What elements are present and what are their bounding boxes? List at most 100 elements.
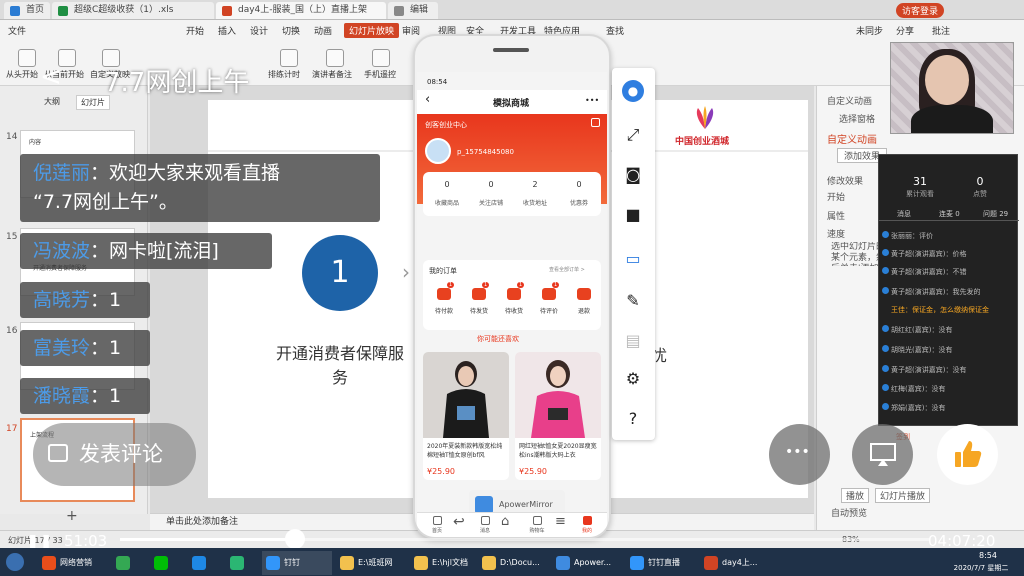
tab-edit[interactable]: 编辑 xyxy=(388,2,438,19)
cast-button[interactable] xyxy=(852,424,913,485)
menu-search[interactable]: 查找 xyxy=(606,24,624,37)
progress-knob[interactable] xyxy=(284,529,305,549)
more-icon[interactable]: ••• xyxy=(585,96,599,105)
record-icon[interactable]: ■ xyxy=(622,204,644,226)
phone-remote-button[interactable]: 手机遥控 xyxy=(364,69,396,80)
home-icon[interactable] xyxy=(433,516,442,525)
like-button[interactable] xyxy=(937,424,998,485)
center-label[interactable]: 创客创业中心 xyxy=(425,120,467,130)
message-icon[interactable] xyxy=(481,516,490,525)
presenter-webcam xyxy=(890,42,1014,134)
taskbar-item[interactable]: 网络营销 xyxy=(38,551,108,575)
nav-cart[interactable]: 购物车 xyxy=(525,527,549,534)
phone-back-icon[interactable]: ↩ xyxy=(453,514,465,530)
taskbar-item[interactable]: 钉钉 xyxy=(262,551,332,575)
notes-icon[interactable] xyxy=(326,49,344,67)
taskbar-item[interactable]: D:\Docu... xyxy=(478,551,546,575)
add-slide-button[interactable]: + xyxy=(66,508,78,524)
phone-menu-icon[interactable]: ≡ xyxy=(555,514,566,529)
pen-icon[interactable]: ✎ xyxy=(622,290,644,312)
profile-icon[interactable] xyxy=(583,516,592,525)
taskbar-item[interactable]: E:\hjl文档 xyxy=(410,551,474,575)
avatar-icon xyxy=(882,365,889,372)
all-orders-link[interactable]: 查看全部订单 > xyxy=(549,266,585,273)
taskbar-item[interactable] xyxy=(150,551,184,575)
select-pane-button[interactable]: 选择窗格 xyxy=(839,112,875,125)
chat-author: 富美玲 xyxy=(33,337,91,359)
menu-home[interactable]: 开始 xyxy=(186,24,204,37)
rehearse-button[interactable]: 排练计时 xyxy=(268,69,300,80)
taskbar-item[interactable]: day4上... xyxy=(700,551,766,575)
menu-file[interactable]: 文件 xyxy=(8,24,26,37)
badge: 1 xyxy=(552,282,560,288)
taskbar-item[interactable] xyxy=(226,551,260,575)
taskbar-item[interactable]: E:\班班网 xyxy=(336,551,406,575)
menu-slideshow[interactable]: 幻灯片放映 xyxy=(344,23,400,38)
speaker-notes-button[interactable]: 演讲者备注 xyxy=(312,69,352,80)
back-icon[interactable]: ‹ xyxy=(425,92,430,107)
nav-home[interactable]: 首页 xyxy=(425,527,449,534)
live-message: 胡晓光(嘉宾)：没有 xyxy=(882,345,952,355)
screenshot-icon[interactable]: ◙ xyxy=(622,164,644,186)
menu-design[interactable]: 设计 xyxy=(250,24,268,37)
from-start-button[interactable]: 从头开始 xyxy=(6,69,38,80)
cart-icon[interactable] xyxy=(533,516,542,525)
share-button[interactable]: 分享 xyxy=(896,24,914,37)
folder-icon xyxy=(482,556,496,570)
taskbar-item[interactable]: Apower... xyxy=(552,551,622,575)
more-options-button[interactable]: ••• xyxy=(769,424,830,485)
product-card[interactable]: 2020年夏装新款韩版宽松纯棉短袖T恤女原创bf风 ¥25.90 xyxy=(423,352,509,480)
fullscreen-icon[interactable]: ⤢ xyxy=(622,124,644,146)
live-message: 张丽丽：评价 xyxy=(882,231,933,241)
user-icon[interactable]: ● xyxy=(622,80,644,102)
screen-cast-icon[interactable]: ▭ xyxy=(622,248,644,270)
user-badge[interactable]: 访客登录 xyxy=(896,3,945,18)
stat-label[interactable]: 关注店铺 xyxy=(471,198,511,207)
tab-outline[interactable]: 大纲 xyxy=(44,96,60,107)
menu-animation[interactable]: 动画 xyxy=(314,24,332,37)
sync-status[interactable]: 未同步 xyxy=(856,24,883,37)
play-start-icon[interactable] xyxy=(18,49,36,67)
autopreview-checkbox[interactable]: 自动预览 xyxy=(831,506,867,519)
menu-review[interactable]: 审阅 xyxy=(402,24,420,37)
help-icon[interactable]: ? xyxy=(622,408,644,430)
stat-label[interactable]: 收藏商品 xyxy=(427,198,467,207)
review-icon[interactable] xyxy=(542,288,556,300)
receive-icon[interactable] xyxy=(507,288,521,300)
menu-transition[interactable]: 切换 xyxy=(282,24,300,37)
stat-label[interactable]: 优惠券 xyxy=(559,198,599,207)
tab-questions[interactable]: 问题 29 xyxy=(983,209,1008,219)
pay-icon[interactable] xyxy=(437,288,451,300)
chat-text: ：1 xyxy=(90,337,122,359)
avatar[interactable] xyxy=(425,138,451,164)
order-label: 待评价 xyxy=(539,308,558,315)
ship-icon[interactable] xyxy=(472,288,486,300)
progress-fill xyxy=(120,538,295,541)
avatar-icon xyxy=(882,384,889,391)
refund-icon[interactable] xyxy=(577,288,591,300)
exit-icon[interactable] xyxy=(591,118,600,127)
taskbar-item[interactable] xyxy=(112,551,146,575)
phone-remote-icon[interactable] xyxy=(372,49,390,67)
tab-mic[interactable]: 连麦 0 xyxy=(939,209,960,219)
menu-insert[interactable]: 插入 xyxy=(218,24,236,37)
product-card[interactable]: 网红短袖t恤女夏2020显瘦宽松ins潮韩版大码上衣 ¥25.90 xyxy=(515,352,601,480)
tab-messages[interactable]: 消息 xyxy=(897,209,911,219)
taskbar-item[interactable] xyxy=(188,551,222,575)
stat-label[interactable]: 收货地址 xyxy=(515,198,555,207)
board-icon[interactable]: ▤ xyxy=(622,330,644,352)
tab-ppt[interactable]: day4上-服装_国（上）直播上架 xyxy=(216,2,386,19)
tab-home[interactable]: 首页 xyxy=(4,2,50,19)
timer-icon[interactable] xyxy=(280,49,298,67)
slideshow-button[interactable]: 幻灯片播放 xyxy=(875,488,931,503)
back-button[interactable]: < xyxy=(40,62,62,92)
nav-profile[interactable]: 我的 xyxy=(575,527,599,534)
phone-home-icon[interactable]: ⌂ xyxy=(501,514,509,529)
play-button[interactable]: 播放 xyxy=(841,488,870,503)
taskbar-item[interactable]: 钉钉直播 xyxy=(626,551,696,575)
nav-messages[interactable]: 消息 xyxy=(473,527,497,534)
tab-excel[interactable]: 超级C超级收获（1）.xls xyxy=(52,2,214,19)
settings-gear-icon[interactable]: ⚙ xyxy=(622,368,644,390)
comment-button[interactable]: 批注 xyxy=(932,24,950,37)
start-icon[interactable] xyxy=(6,553,24,571)
